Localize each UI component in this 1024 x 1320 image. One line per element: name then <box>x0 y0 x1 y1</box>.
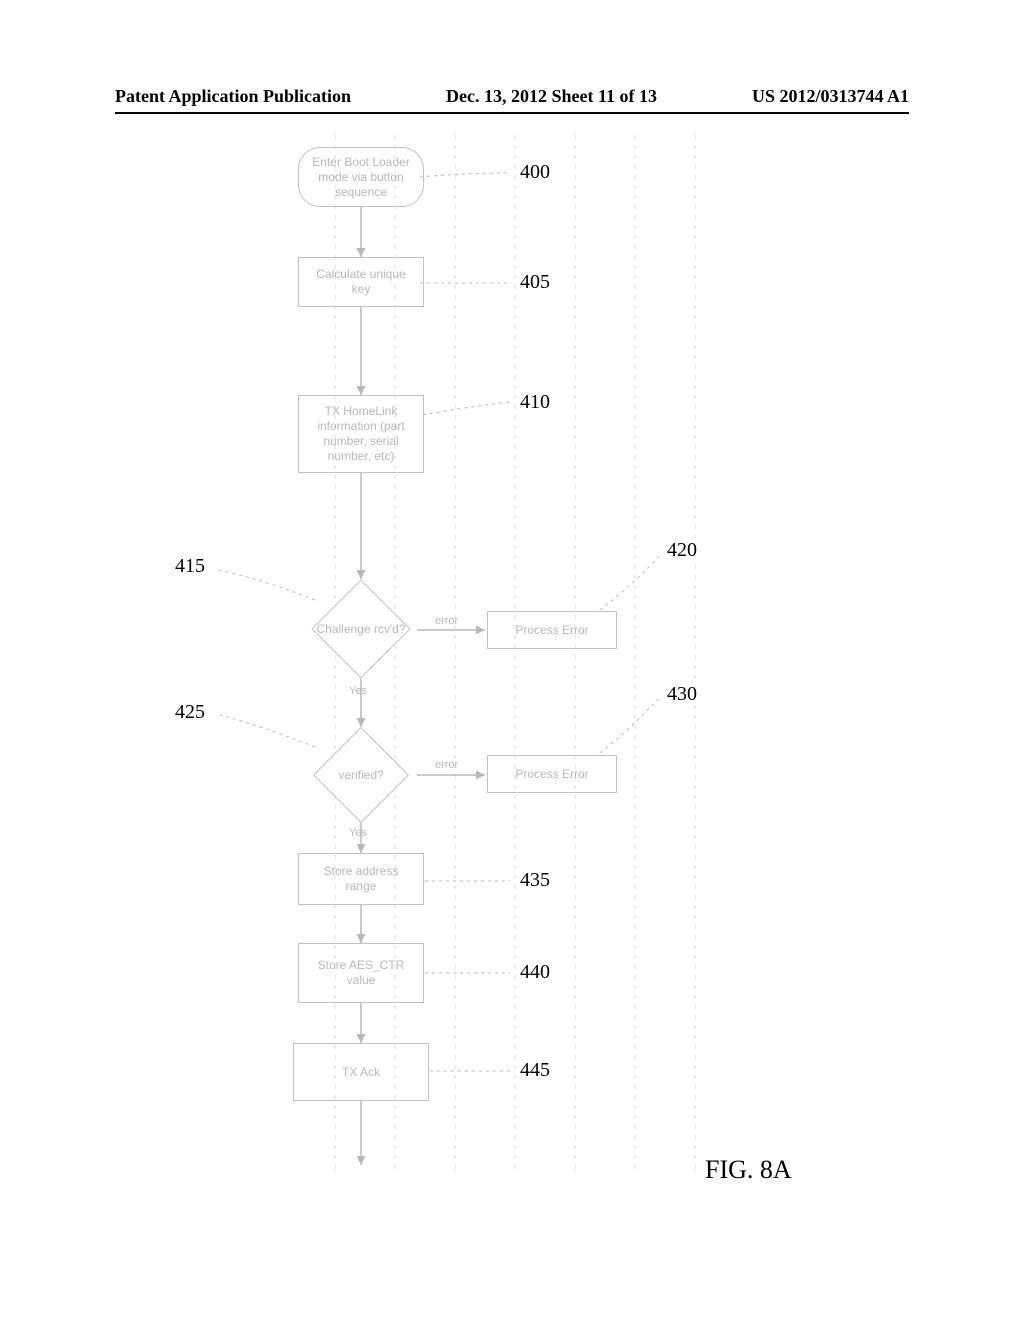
node-tx-ack: TX Ack <box>293 1043 429 1101</box>
node-store-aes-ctr: Store AES_CTR value <box>298 943 424 1003</box>
ref-410: 410 <box>520 391 550 414</box>
page-header: Patent Application Publication Dec. 13, … <box>115 86 909 107</box>
edge-label-error2: error <box>435 759 458 771</box>
edge-label-yes1: Yes <box>349 685 367 697</box>
ref-415: 415 <box>175 555 205 578</box>
node-text: Process Error <box>515 767 588 782</box>
node-text: Challenge rcv'd? <box>316 622 405 636</box>
node-text: Calculate unique key <box>307 267 415 297</box>
node-verified: verified? <box>301 727 421 823</box>
ref-420: 420 <box>667 539 697 562</box>
edge-label-error1: error <box>435 615 458 627</box>
node-text: TX Ack <box>342 1065 380 1080</box>
node-text: TX HomeLink information (part number, se… <box>307 404 415 464</box>
node-text: Enter Boot Loader mode via button sequen… <box>307 155 415 200</box>
node-text: verified? <box>338 768 383 782</box>
node-tx-homelink: TX HomeLink information (part number, se… <box>298 395 424 473</box>
ref-445: 445 <box>520 1059 550 1082</box>
node-text: Process Error <box>515 623 588 638</box>
node-enter-bootloader: Enter Boot Loader mode via button sequen… <box>298 147 424 207</box>
node-calculate-key: Calculate unique key <box>298 257 424 307</box>
header-center: Dec. 13, 2012 Sheet 11 of 13 <box>446 86 657 107</box>
node-process-error-1: Process Error <box>487 611 617 649</box>
ref-400: 400 <box>520 161 550 184</box>
node-process-error-2: Process Error <box>487 755 617 793</box>
header-rule <box>115 112 909 114</box>
header-right: US 2012/0313744 A1 <box>752 86 909 107</box>
ref-440: 440 <box>520 961 550 984</box>
node-text: Store AES_CTR value <box>307 958 415 988</box>
header-left: Patent Application Publication <box>115 86 351 107</box>
ref-405: 405 <box>520 271 550 294</box>
flowchart-diagram: Enter Boot Loader mode via button sequen… <box>115 135 909 1240</box>
connector-lines <box>115 135 909 1240</box>
node-store-address-range: Store address range <box>298 853 424 905</box>
ref-425: 425 <box>175 701 205 724</box>
ref-435: 435 <box>520 869 550 892</box>
node-challenge-rcvd: Challenge rcv'd? <box>301 579 421 679</box>
figure-label: FIG. 8A <box>705 1155 792 1185</box>
ref-430: 430 <box>667 683 697 706</box>
edge-label-yes2: Yes <box>349 827 367 839</box>
node-text: Store address range <box>307 864 415 894</box>
